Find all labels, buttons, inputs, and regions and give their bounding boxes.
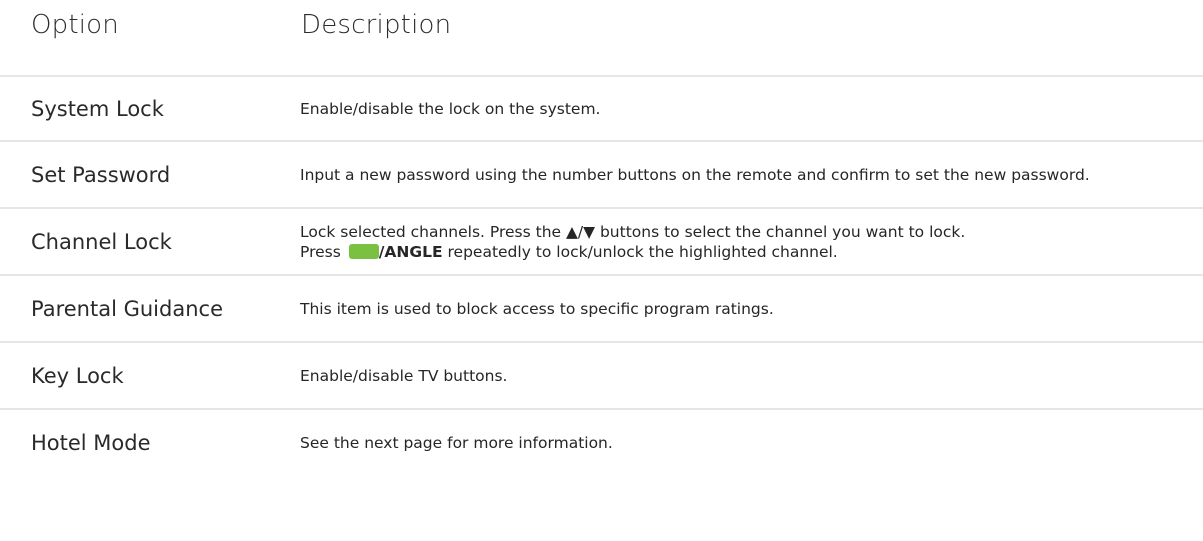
description-rest: repeatedly to lock/unlock the highlighte… — [447, 242, 838, 261]
table-row: Set Password Input a new password using … — [0, 140, 1203, 207]
table-row: Parental Guidance This item is used to b… — [0, 274, 1203, 341]
option-description: See the next page for more information. — [300, 433, 613, 452]
option-description: Input a new password using the number bu… — [300, 165, 1090, 184]
table-row: System Lock Enable/disable the lock on t… — [0, 75, 1203, 140]
option-name: Hotel Mode — [31, 430, 151, 455]
option-name: Set Password — [31, 162, 171, 187]
option-name: System Lock — [31, 96, 164, 121]
option-description: Enable/disable TV buttons. — [300, 366, 508, 385]
description-press: Press — [300, 242, 341, 261]
option-name: Channel Lock — [31, 229, 172, 254]
option-description: Lock selected channels. Press the ▲/▼ bu… — [300, 222, 1183, 262]
green-button-icon — [348, 243, 379, 259]
option-name: Parental Guidance — [31, 296, 223, 321]
options-table: System Lock Enable/disable the lock on t… — [0, 75, 1203, 475]
table-row: Key Lock Enable/disable TV buttons. — [0, 341, 1203, 408]
description-line-1: Lock selected channels. Press the ▲/▼ bu… — [300, 222, 966, 241]
table-row: Hotel Mode See the next page for more in… — [0, 408, 1203, 475]
option-description: Enable/disable the lock on the system. — [300, 99, 601, 118]
angle-key-label: /ANGLE — [378, 242, 443, 261]
table-header: Option Description — [0, 0, 1203, 75]
option-column-header: Option — [31, 10, 119, 40]
option-name: Key Lock — [31, 363, 124, 388]
option-description: This item is used to block access to spe… — [300, 299, 774, 318]
table-row: Channel Lock Lock selected channels. Pre… — [0, 207, 1203, 274]
description-column-header: Description — [301, 10, 452, 40]
